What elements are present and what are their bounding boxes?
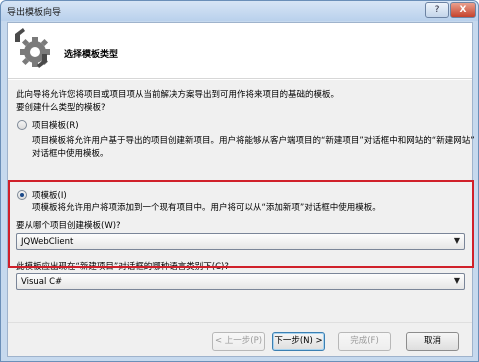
gear-arrow-icon — [15, 28, 50, 68]
page-title: 选择模板类型 — [64, 50, 119, 60]
title-bar: 导出模板向导 ? X — [1, 1, 478, 21]
project-template-label[interactable]: 项目模板(R) — [32, 119, 79, 131]
language-select[interactable]: Visual C# ▼ — [16, 273, 465, 290]
highlight-box — [8, 180, 474, 268]
language-select-value: Visual C# — [21, 277, 63, 287]
wizard-body: 此向导将允许您将项目或项目项从当前解决方案导出到可用作将来项目的基础的模板。 要… — [8, 80, 475, 322]
wizard-client-area: 选择模板类型 此向导将允许您将项目或项目项从当前解决方案导出到可用作将来项目的基… — [7, 22, 475, 357]
project-template-description-line1: 项目模板将允许用户基于导出的项目创建新项目。用户将能够从客户端项目的“新建项目”… — [32, 136, 475, 146]
help-button[interactable]: ? — [425, 2, 449, 18]
cancel-button[interactable]: 取消 — [406, 332, 459, 351]
finish-button[interactable]: 完成(F) — [338, 332, 391, 351]
wizard-footer: < 上一步(P) 下一步(N) > 完成(F) 取消 — [8, 322, 472, 356]
back-button[interactable]: < 上一步(P) — [212, 332, 265, 351]
close-button[interactable]: X — [450, 2, 476, 18]
export-template-wizard-window: 导出模板向导 ? X 选择模板类型 此向导将允许您将项目或项目项从当前解决方案导… — [0, 0, 479, 362]
wizard-header: 选择模板类型 — [8, 23, 472, 79]
next-button[interactable]: 下一步(N) > — [272, 332, 325, 351]
intro-description: 此向导将允许您将项目或项目项从当前解决方案导出到可用作将来项目的基础的模板。 — [16, 90, 340, 100]
chevron-down-icon: ▼ — [453, 276, 460, 285]
project-template-radio[interactable] — [17, 120, 27, 130]
window-title: 导出模板向导 — [7, 8, 62, 18]
template-type-question: 要创建什么类型的模板? — [16, 103, 106, 113]
project-template-description-line2: 对话框中使用模板。 — [32, 149, 109, 159]
